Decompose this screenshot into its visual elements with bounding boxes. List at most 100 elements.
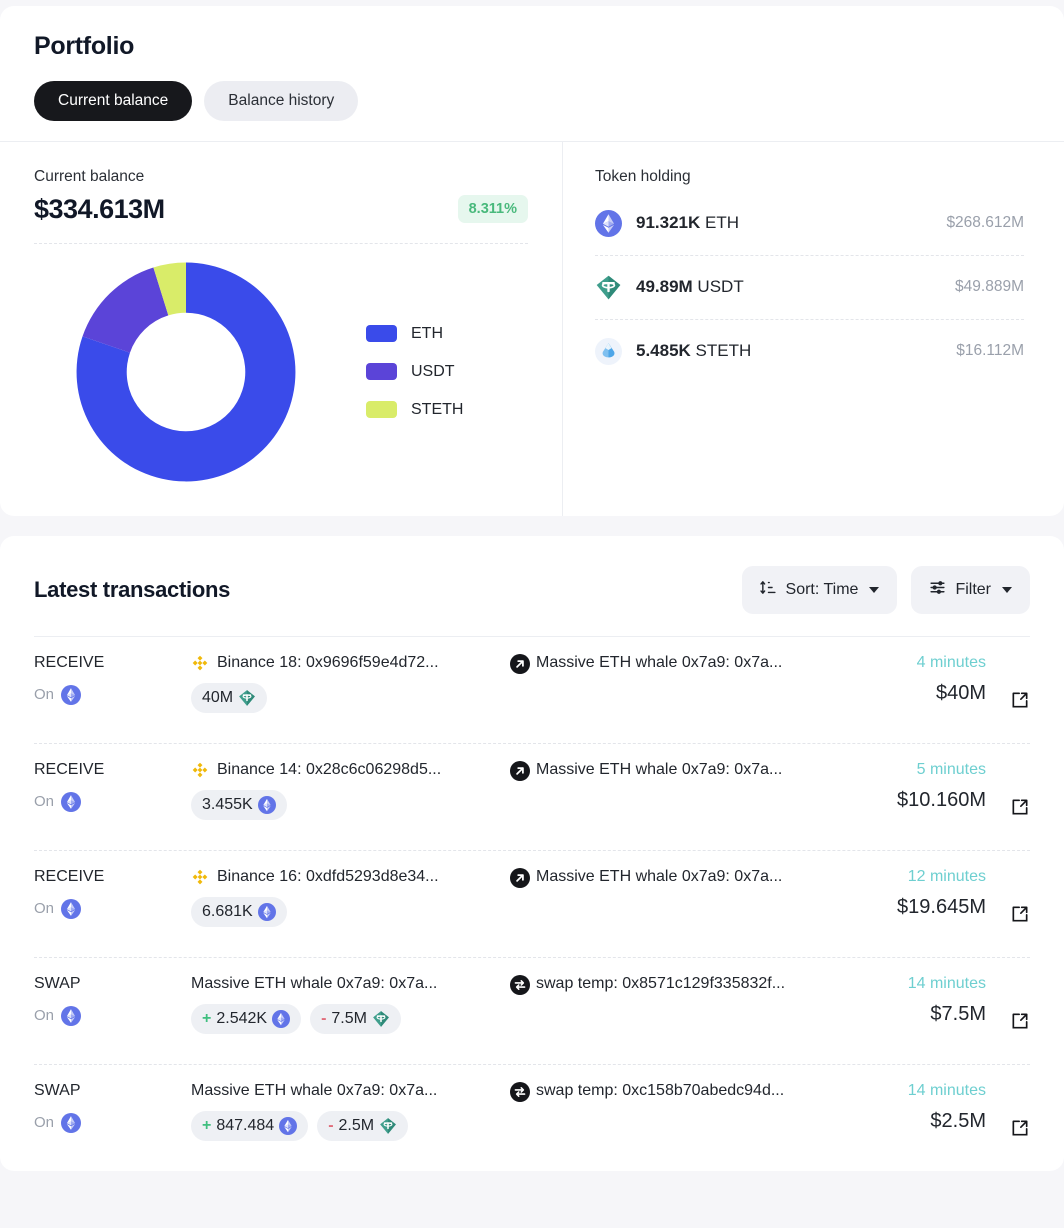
transaction-row[interactable]: RECEIVE On Binanc: [34, 849, 1030, 957]
on-label: On: [34, 1007, 55, 1024]
external-link-icon[interactable]: [1010, 690, 1030, 710]
transaction-time: 14 minutes: [907, 974, 986, 992]
external-link-button[interactable]: [1008, 904, 1030, 926]
to-address[interactable]: swap temp: 0x8571c129f335832f...: [510, 974, 840, 995]
minus-sign: -: [328, 1116, 334, 1134]
transactions-title: Latest transactions: [34, 576, 231, 602]
external-link-icon[interactable]: [1010, 797, 1030, 817]
eth-icon: [595, 209, 622, 237]
transactions-actions: Sort: Time Filter: [741, 565, 1030, 614]
transaction-time: 5 minutes: [916, 760, 986, 778]
transactions-list: RECEIVE On Binance 18: 0x9696f59e4d72...…: [0, 635, 1064, 1171]
transaction-type-col: RECEIVE On: [34, 654, 191, 705]
sort-label: Sort: Time: [785, 580, 859, 598]
transaction-type-col: SWAP On: [34, 1082, 191, 1133]
transaction-from-col: Massive ETH whale 0x7a9: 0x7a... +2.542K…: [191, 975, 506, 1034]
external-link-icon[interactable]: [1010, 1011, 1030, 1031]
swap-icon: [510, 1081, 530, 1102]
to-address[interactable]: Massive ETH whale 0x7a9: 0x7a...: [510, 760, 840, 781]
transaction-row[interactable]: SWAP On Massive ETH whale 0x7a9: 0x7a...…: [34, 1063, 1030, 1171]
filter-button[interactable]: Filter: [911, 565, 1030, 614]
arrow-up-right-icon: [510, 653, 530, 674]
chevron-down-icon: [1002, 586, 1012, 593]
transaction-chain: On: [34, 684, 191, 705]
from-address[interactable]: Binance 14: 0x28c6c06298d5...: [191, 761, 506, 779]
sort-button[interactable]: Sort: Time: [741, 565, 898, 614]
token-amount-symbol: 91.321K ETH: [636, 213, 740, 232]
token-holding-row[interactable]: 91.321K ETH $268.612M: [595, 192, 1024, 256]
from-address[interactable]: Massive ETH whale 0x7a9: 0x7a...: [191, 1082, 506, 1100]
transaction-chain: On: [34, 1005, 191, 1026]
swap-icon: [510, 974, 530, 995]
binance-icon: [192, 762, 208, 777]
transaction-amounts: 6.681K: [191, 896, 506, 927]
token-usd-value: $16.112M: [956, 342, 1024, 359]
transaction-type: RECEIVE: [34, 867, 105, 885]
amount-value: 3.455K: [202, 795, 253, 813]
eth-icon: [279, 1116, 298, 1135]
transaction-row[interactable]: SWAP On Massive ETH whale 0x7a9: 0x7a...…: [34, 956, 1030, 1064]
to-address[interactable]: Massive ETH whale 0x7a9: 0x7a...: [510, 653, 840, 674]
to-address[interactable]: swap temp: 0xc158b70abedc94d...: [510, 1081, 840, 1102]
amount-chip: 40M: [191, 682, 268, 713]
transaction-meta-col: 4 minutes $40M: [840, 653, 1030, 707]
external-link-icon[interactable]: [1010, 904, 1030, 924]
transaction-from-col: Massive ETH whale 0x7a9: 0x7a... +847.48…: [191, 1082, 506, 1141]
amount-value: 2.542K: [216, 1009, 268, 1027]
tab-current-balance[interactable]: Current balance: [34, 81, 193, 121]
to-address-text: swap temp: 0xc158b70abedc94d...: [536, 1081, 785, 1099]
filter-label: Filter: [955, 580, 991, 598]
transaction-type: RECEIVE: [34, 760, 105, 778]
transaction-time: 14 minutes: [907, 1081, 986, 1099]
external-link-icon[interactable]: [1010, 1118, 1030, 1138]
usdt-icon: [379, 1117, 397, 1135]
transaction-usd-value: $2.5M: [930, 1109, 986, 1132]
token-holding-row[interactable]: 5.485K STETH $16.112M: [595, 320, 1024, 383]
transaction-to-col: Massive ETH whale 0x7a9: 0x7a...: [506, 653, 840, 674]
arrow-up-right-icon: [510, 760, 530, 781]
to-address[interactable]: Massive ETH whale 0x7a9: 0x7a...: [510, 867, 840, 888]
transaction-usd-value: $7.5M: [930, 1002, 986, 1025]
transaction-type-col: SWAP On: [34, 975, 191, 1026]
transaction-from-col: Binance 18: 0x9696f59e4d72... 40M: [191, 654, 506, 713]
arrow-up-right-icon: [510, 653, 530, 674]
eth-icon: [61, 898, 82, 919]
from-address[interactable]: Massive ETH whale 0x7a9: 0x7a...: [191, 975, 506, 993]
transaction-row[interactable]: RECEIVE On Binanc: [34, 742, 1030, 850]
on-label: On: [34, 900, 55, 917]
transaction-amounts: +847.484 -2.5M: [191, 1110, 506, 1141]
donut-slice-usdt[interactable]: [82, 267, 169, 353]
legend-label: ETH: [411, 324, 443, 342]
transaction-usd-value: $19.645M: [897, 895, 986, 918]
on-label: On: [34, 686, 55, 703]
legend-swatch: [366, 325, 397, 342]
from-address[interactable]: Binance 18: 0x9696f59e4d72...: [191, 654, 506, 672]
eth-icon: [272, 1009, 291, 1028]
amount-value: 40M: [202, 688, 234, 706]
external-link-button[interactable]: [1008, 690, 1030, 712]
from-address-text: Binance 18: 0x9696f59e4d72...: [217, 653, 439, 671]
legend-item-usdt: USDT: [366, 363, 463, 381]
transaction-time: 4 minutes: [916, 653, 986, 671]
from-address[interactable]: Binance 16: 0xdfd5293d8e34...: [191, 868, 506, 886]
transaction-amounts: +2.542K -7.5M: [191, 1003, 506, 1034]
token-holding-row[interactable]: 49.89M USDT $49.889M: [595, 256, 1024, 320]
external-link-button[interactable]: [1008, 1118, 1030, 1140]
transactions-header: Latest transactions Sort: Time Filter: [0, 536, 1064, 636]
transaction-row[interactable]: RECEIVE On Binanc: [34, 635, 1030, 743]
balance-change-badge: 8.311%: [457, 195, 528, 223]
from-address-text: Binance 14: 0x28c6c06298d5...: [217, 760, 442, 778]
portfolio-tabs: Current balance Balance history: [34, 81, 1030, 121]
steth-icon: [595, 337, 622, 365]
usdt-icon: [380, 1117, 396, 1134]
external-link-button[interactable]: [1008, 797, 1030, 819]
tab-balance-history[interactable]: Balance history: [204, 81, 359, 121]
amount-chip: -7.5M: [310, 1003, 401, 1034]
transaction-chain: On: [34, 1112, 191, 1133]
balance-amount: $334.613M: [34, 193, 165, 224]
external-link-button[interactable]: [1008, 1011, 1030, 1033]
to-address-text: Massive ETH whale 0x7a9: 0x7a...: [536, 760, 783, 778]
transaction-meta-col: 12 minutes $19.645M: [840, 868, 1030, 921]
amount-value: 2.5M: [338, 1116, 375, 1134]
plus-sign: +: [202, 1009, 212, 1027]
